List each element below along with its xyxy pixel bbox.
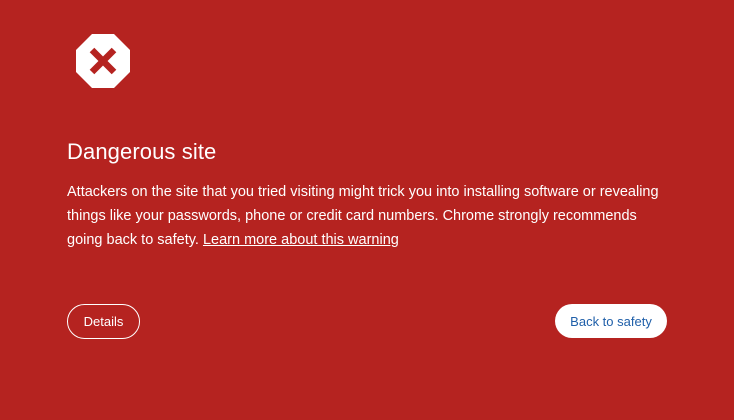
details-button[interactable]: Details [67, 304, 140, 339]
warning-message: Attackers on the site that you tried vis… [67, 180, 667, 252]
page-title: Dangerous site [67, 139, 217, 164]
back-to-safety-button[interactable]: Back to safety [555, 304, 667, 338]
danger-octagon-icon [75, 33, 131, 89]
learn-more-link[interactable]: Learn more about this warning [203, 232, 399, 248]
